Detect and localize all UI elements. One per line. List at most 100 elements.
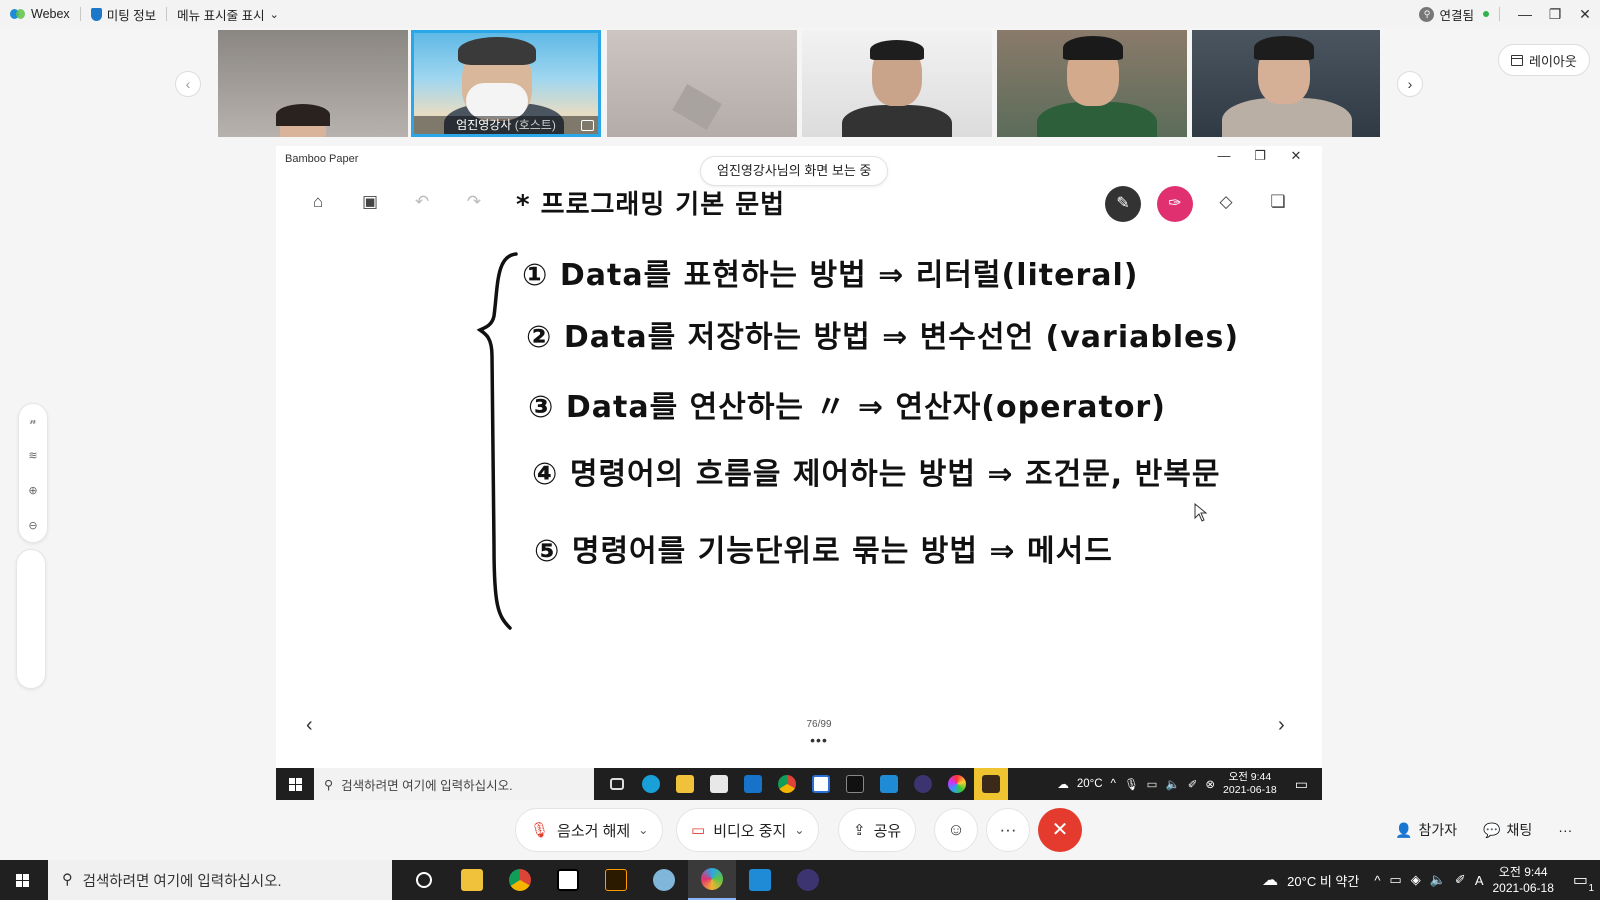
next-page-icon: › (1278, 714, 1285, 736)
meeting-info-label: 미팅 정보 (106, 8, 157, 23)
file-explorer-icon[interactable] (448, 860, 496, 900)
network-icon: ▭ (1146, 779, 1158, 791)
battery-icon[interactable]: ▭ (1389, 872, 1401, 888)
layout-button[interactable]: 레이아웃 (1498, 44, 1590, 76)
edge-icon (634, 768, 668, 800)
viewing-share-badge: 엄진영강사님의 화면 보는 중 (700, 156, 889, 186)
participant-hair (1063, 36, 1123, 60)
home-icon: ⌂ (312, 192, 324, 211)
brace-stroke (476, 252, 518, 630)
participants-button[interactable]: 👤 참가자 (1385, 812, 1467, 848)
paint-icon[interactable] (640, 860, 688, 900)
mask (466, 83, 528, 119)
participants-next-button[interactable]: › (1397, 71, 1423, 97)
search-icon: ⚲ (62, 872, 73, 888)
dropbox-icon[interactable]: ◈ (1411, 872, 1421, 888)
image-icon: ▣ (361, 192, 379, 211)
taskbar-clock[interactable]: 오전 9:44 2021-06-18 (1492, 864, 1553, 896)
participant-video-tile[interactable] (802, 30, 992, 137)
shared-minimize-button: — (1217, 148, 1231, 163)
shared-screen: Bamboo Paper — ❐ ✕ 엄진영강사님의 화면 보는 중 ⌂ ▣ ↶… (16, 146, 1322, 800)
volume-icon[interactable]: 🔈 (1430, 872, 1446, 888)
chrome-icon[interactable] (496, 860, 544, 900)
redo-icon: ↷ (466, 192, 482, 211)
hidden-placeholder (16, 549, 46, 689)
webex-logo-icon (10, 8, 26, 20)
chevron-down-icon[interactable]: ⌄ (794, 823, 804, 837)
restore-button[interactable]: ❐ (1540, 6, 1570, 23)
participant-hair (276, 104, 330, 126)
webex-title-bar: Webex 미팅 정보 메뉴 표시줄 표시 ⌄ ⚲ 연결됨 — ❐ ✕ (0, 0, 1600, 28)
notification-center-icon[interactable]: ▭ 1 (1573, 870, 1594, 894)
menu-toggle-label: 메뉴 표시줄 표시 (177, 8, 265, 23)
reactions-button[interactable]: ☺ (934, 808, 978, 852)
participant-video-tile[interactable] (997, 30, 1187, 137)
chat-button[interactable]: 💬 채팅 (1473, 812, 1542, 848)
participants-prev-button[interactable]: ‹ (175, 71, 201, 97)
sharing-icon (581, 120, 594, 131)
zoom-out-icon: ⊖ (28, 520, 38, 532)
host-video-tile[interactable]: 엄진영강사 (호스트) (411, 30, 601, 137)
store-icon (702, 768, 736, 800)
mail-icon (736, 768, 770, 800)
start-button[interactable] (0, 873, 44, 887)
webex-taskbar-icon[interactable] (688, 860, 736, 900)
windows-taskbar: ⚲ 검색하려면 여기에 입력하십시오. ☁ 20°C 비 약간 ^ ▭ ◈ 🔈 … (0, 860, 1600, 900)
shared-window-title: Bamboo Paper (285, 153, 359, 165)
panel-more-button[interactable]: ··· (1548, 812, 1582, 848)
stop-video-label: 비디오 중지 (713, 822, 787, 840)
participant-video-tile[interactable] (218, 30, 408, 137)
participant-video-tile[interactable] (1192, 30, 1380, 137)
video-camera-icon: ▭ (691, 822, 706, 839)
shared-weather: 20°C (1076, 778, 1103, 790)
stop-video-button[interactable]: ▭ 비디오 중지 ⌄ (676, 808, 820, 852)
close-button[interactable]: ✕ (1570, 6, 1600, 23)
person-icon: 👤 (1395, 821, 1413, 838)
vscode-icon[interactable] (736, 860, 784, 900)
layout-label: 레이아웃 (1529, 53, 1577, 69)
connection-status[interactable]: ⚲ 연결됨 (1409, 0, 1499, 28)
chevron-down-icon[interactable]: ⌄ (638, 823, 648, 837)
note-line: ⑤ 명령어를 기능단위로 묶는 방법 ⇒ 메서드 (534, 534, 1113, 569)
meeting-info-button[interactable]: 미팅 정보 (81, 0, 166, 28)
end-meeting-button[interactable]: ✕ (1038, 808, 1082, 852)
eclipse-icon[interactable] (784, 860, 832, 900)
participant-body (1037, 102, 1157, 137)
note-line: ① Data를 표현하는 방법 ⇒ 리터럴(literal) (522, 258, 1139, 293)
webex-app-menu[interactable]: Webex (0, 0, 80, 28)
color-picker-icon (940, 768, 974, 800)
cloud-icon: ☁ (1262, 872, 1279, 889)
more-options-button[interactable]: ··· (986, 808, 1030, 852)
unmute-button[interactable]: 🎙 음소거 해제 ⌄ (515, 808, 664, 852)
eraser-icon: ◇ (1219, 192, 1233, 211)
participant-video-tile[interactable] (607, 30, 797, 137)
note-title: * 프로그래밍 기본 문법 (516, 190, 786, 220)
ime-indicator[interactable]: A (1475, 873, 1484, 888)
unmute-label: 음소거 해제 (557, 822, 631, 840)
notion-icon[interactable] (544, 860, 592, 900)
chevron-down-icon: ⌄ (269, 8, 279, 21)
illustrator-icon[interactable] (592, 860, 640, 900)
pen-tray-icon[interactable]: ✐ (1455, 872, 1466, 888)
shared-taskbar-apps (600, 768, 1008, 800)
cortana-icon[interactable] (400, 860, 448, 900)
clock-date: 2021-06-18 (1492, 881, 1554, 895)
shared-system-tray: ☁ 20°C ^ 🎙 ▭ 🔈 ✐ ⊗ 오전 9:44 2021-06-18 ▭ (1057, 768, 1322, 800)
microphone-muted-icon: 🎙 (530, 822, 550, 839)
share-icon: ⇪ (853, 822, 866, 839)
taskbar-apps (400, 860, 832, 900)
shared-restore-button: ❐ (1254, 148, 1266, 163)
minimize-button[interactable]: — (1510, 6, 1540, 22)
participant-hair (458, 37, 536, 65)
share-button[interactable]: ⇪ 공유 (838, 808, 917, 852)
cloud-icon: ☁ (1057, 779, 1069, 791)
taskbar-search-box[interactable]: ⚲ 검색하려면 여기에 입력하십시오. (48, 860, 392, 900)
weather-label[interactable]: 20°C 비 약간 (1287, 871, 1359, 890)
copy-icon: ❏ (1270, 192, 1286, 211)
mouse-cursor-icon (1194, 503, 1208, 522)
host-name: 엄진영강사 (456, 118, 512, 132)
tray-chevron-icon[interactable]: ^ (1374, 873, 1380, 888)
notification-count: 1 (1588, 883, 1594, 894)
host-name-label: 엄진영강사 (호스트) (414, 116, 598, 134)
menu-toggle-button[interactable]: 메뉴 표시줄 표시 ⌄ (167, 0, 289, 28)
